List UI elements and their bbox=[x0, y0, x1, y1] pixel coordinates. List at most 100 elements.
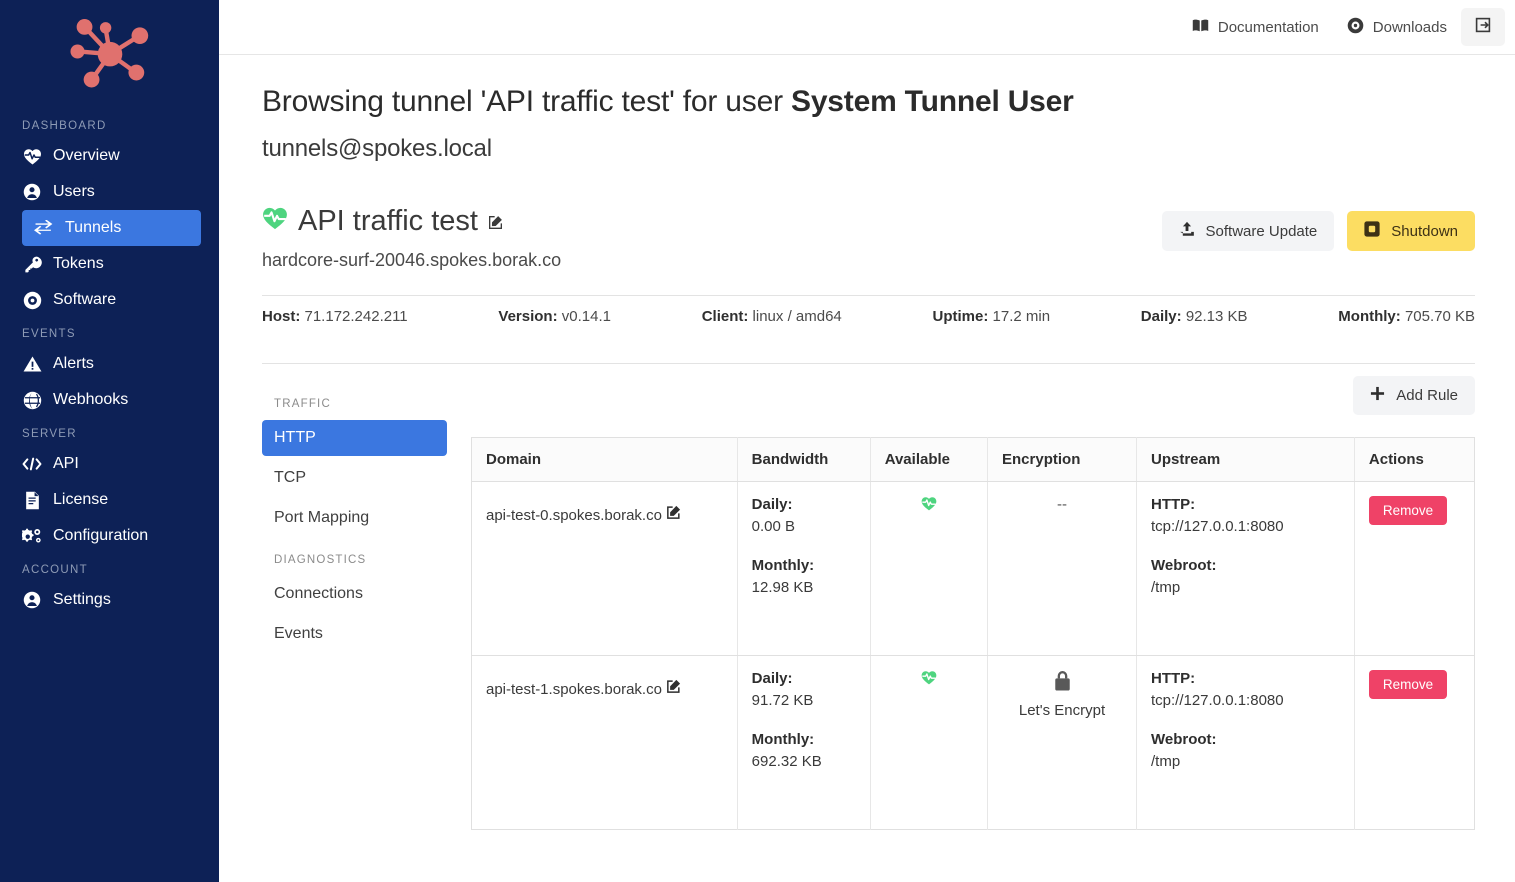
stat-monthly: Monthly: 705.70 KB bbox=[1338, 308, 1475, 325]
subnav-item-http[interactable]: HTTP bbox=[262, 420, 447, 456]
stats-divider bbox=[262, 363, 1475, 364]
stat-uptime: Uptime: 17.2 min bbox=[933, 308, 1051, 325]
sidebar-item-license[interactable]: License bbox=[22, 482, 201, 518]
rules-toolbar: Add Rule bbox=[471, 376, 1475, 415]
column-header-upstream: Upstream bbox=[1136, 437, 1355, 482]
add-rule-label: Add Rule bbox=[1396, 387, 1458, 404]
tunnel-stats: Host: 71.172.242.211 Version: v0.14.1 Cl… bbox=[262, 296, 1475, 339]
sidebar-item-label: Software bbox=[53, 291, 117, 308]
webroot-value: /tmp bbox=[1150, 753, 1181, 770]
sidebar-item-tokens[interactable]: Tokens bbox=[22, 246, 201, 282]
sidebar-item-label: Webhooks bbox=[53, 391, 129, 408]
sidebar-item-api[interactable]: API bbox=[22, 446, 201, 482]
software-update-label: Software Update bbox=[1205, 222, 1318, 240]
sidebar-item-tunnels[interactable]: Tunnels bbox=[22, 210, 201, 246]
stat-client-value: linux / amd64 bbox=[752, 308, 842, 325]
exchange-icon bbox=[34, 218, 54, 238]
sidebar-item-software[interactable]: Software bbox=[22, 282, 201, 318]
stat-version: Version: v0.14.1 bbox=[498, 308, 611, 325]
edit-tunnel-name-icon[interactable] bbox=[488, 205, 503, 238]
rules-table: Domain Bandwidth Available Encryption Up… bbox=[471, 437, 1475, 830]
daily-value: 0.00 B bbox=[751, 518, 796, 535]
cell-bandwidth: Daily: 91.72 KB Monthly: 692.32 KB bbox=[737, 655, 871, 830]
stat-uptime-label: Uptime: bbox=[932, 308, 989, 325]
tunnel-host: hardcore-surf-20046.spokes.borak.co bbox=[262, 250, 562, 270]
software-update-button[interactable]: Software Update bbox=[1161, 211, 1335, 251]
lock-icon bbox=[1053, 670, 1072, 696]
cell-encryption: Let's Encrypt bbox=[987, 655, 1137, 830]
code-icon bbox=[22, 454, 42, 474]
stat-host-label: Host: bbox=[262, 308, 301, 325]
sidebar-item-alerts[interactable]: Alerts bbox=[22, 346, 201, 382]
table-row: api-test-1.spokes.borak.co Daily: 91.72 … bbox=[471, 655, 1475, 830]
sidebar-item-webhooks[interactable]: Webhooks bbox=[22, 382, 201, 418]
sidebar-item-configuration[interactable]: Configuration bbox=[22, 518, 201, 554]
subnav-item-events[interactable]: Events bbox=[262, 616, 447, 652]
heartbeat-icon bbox=[262, 205, 288, 238]
add-rule-button[interactable]: Add Rule bbox=[1353, 376, 1475, 415]
encryption-value: Let's Encrypt bbox=[1018, 702, 1106, 719]
stat-monthly-label: Monthly: bbox=[1338, 308, 1401, 325]
bandwidth-spacer bbox=[752, 709, 856, 731]
column-header-bandwidth: Bandwidth bbox=[737, 437, 871, 482]
sidebar-item-label: Users bbox=[53, 183, 95, 200]
tunnel-subnav: TRAFFIC HTTP TCP Port Mapping DIAGNOSTIC… bbox=[262, 398, 447, 830]
monthly-value: 692.32 KB bbox=[751, 753, 822, 770]
tunnel-body: TRAFFIC HTTP TCP Port Mapping DIAGNOSTIC… bbox=[262, 376, 1475, 830]
daily-value: 91.72 KB bbox=[751, 692, 814, 709]
page-title-user: System Tunnel User bbox=[791, 85, 1074, 118]
monthly-label: Monthly: bbox=[751, 557, 815, 574]
shutdown-button[interactable]: Shutdown bbox=[1347, 211, 1475, 251]
sidebar-item-users[interactable]: Users bbox=[22, 174, 201, 210]
cell-available bbox=[870, 481, 989, 656]
sidebar-section-server: SERVER bbox=[22, 428, 77, 440]
documentation-link[interactable]: Documentation bbox=[1178, 9, 1333, 46]
encryption-value: -- bbox=[1057, 496, 1067, 513]
sidebar-item-settings[interactable]: Settings bbox=[22, 582, 201, 618]
subnav-item-port-mapping[interactable]: Port Mapping bbox=[262, 500, 447, 536]
edit-rule-icon[interactable] bbox=[666, 679, 681, 698]
cell-actions: Remove bbox=[1354, 481, 1475, 656]
subnav-item-connections[interactable]: Connections bbox=[262, 576, 447, 612]
disc-icon bbox=[1347, 17, 1364, 38]
stat-daily: Daily: 92.13 KB bbox=[1141, 308, 1248, 325]
remove-rule-button[interactable]: Remove bbox=[1368, 670, 1448, 699]
webroot-label: Webroot: bbox=[1150, 557, 1217, 574]
column-header-encryption: Encryption bbox=[987, 437, 1137, 482]
account-menu-button[interactable] bbox=[1461, 8, 1505, 46]
heartbeat-icon bbox=[921, 497, 937, 515]
edit-rule-icon[interactable] bbox=[666, 505, 681, 524]
sidebar-item-overview[interactable]: Overview bbox=[22, 138, 201, 174]
tunnel-actions: Software Update Shutdown bbox=[1161, 211, 1475, 251]
plus-icon bbox=[1370, 386, 1385, 405]
domain-cell-content: api-test-1.spokes.borak.co bbox=[486, 670, 723, 815]
table-row: api-test-0.spokes.borak.co Daily: 0.00 B bbox=[471, 481, 1475, 656]
sidebar-section-dashboard: DASHBOARD bbox=[22, 120, 107, 132]
stat-daily-value: 92.13 KB bbox=[1185, 308, 1248, 325]
remove-rule-button[interactable]: Remove bbox=[1368, 496, 1448, 525]
cell-domain: api-test-0.spokes.borak.co bbox=[471, 481, 738, 656]
http-value: tcp://127.0.0.1:8080 bbox=[1150, 692, 1284, 709]
stat-version-value: v0.14.1 bbox=[561, 308, 611, 325]
subnav-item-tcp[interactable]: TCP bbox=[262, 460, 447, 496]
column-header-actions: Actions bbox=[1354, 437, 1475, 482]
sidebar-section-account: ACCOUNT bbox=[22, 564, 88, 576]
warning-icon bbox=[22, 354, 42, 374]
downloads-link[interactable]: Downloads bbox=[1333, 8, 1461, 47]
upstream-spacer bbox=[1151, 709, 1340, 731]
subnav-section-traffic: TRAFFIC bbox=[274, 398, 331, 410]
cell-encryption: -- bbox=[987, 481, 1137, 656]
domain-name: api-test-1.spokes.borak.co bbox=[486, 681, 662, 698]
stat-client: Client: linux / amd64 bbox=[702, 308, 842, 325]
stat-uptime-value: 17.2 min bbox=[992, 308, 1051, 325]
gears-icon bbox=[22, 526, 42, 546]
tunnel-header: API traffic test hardcore-surf-20046.spo… bbox=[262, 205, 1475, 271]
page-content: Browsing tunnel 'API traffic test' for u… bbox=[219, 85, 1515, 830]
stat-host-value: 71.172.242.211 bbox=[304, 308, 408, 325]
sidebar-item-label: Settings bbox=[53, 591, 111, 608]
app-root: DASHBOARD Overview Users Tunnels Tokens bbox=[0, 0, 1515, 882]
encryption-content: Let's Encrypt bbox=[1002, 670, 1122, 719]
http-value: tcp://127.0.0.1:8080 bbox=[1150, 518, 1284, 535]
cell-domain: api-test-1.spokes.borak.co bbox=[471, 655, 738, 830]
stat-version-label: Version: bbox=[498, 308, 558, 325]
